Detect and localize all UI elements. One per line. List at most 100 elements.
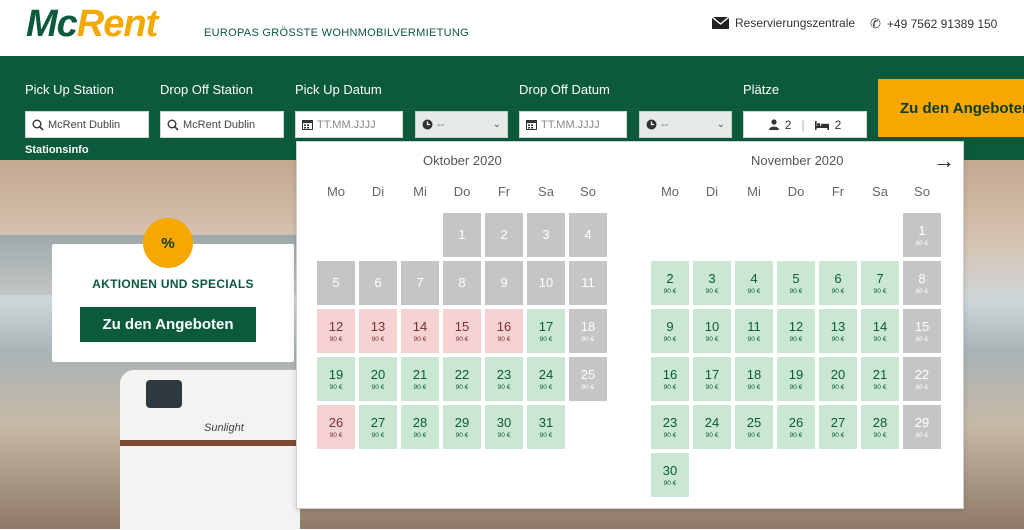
calendar-icon bbox=[302, 120, 313, 130]
pickup-time-select[interactable]: -- ⌄ bbox=[415, 111, 508, 138]
day-number: 4 bbox=[750, 270, 758, 286]
day-number: 2 bbox=[500, 227, 508, 242]
day-number: 2 bbox=[666, 270, 674, 286]
day-number: 11 bbox=[747, 318, 761, 334]
reservation-label: Reservierungszentrale bbox=[735, 16, 856, 30]
calendar-day[interactable]: 14 90 € bbox=[401, 309, 439, 353]
day-price: 90 € bbox=[329, 335, 343, 343]
calendar-day[interactable]: 11 90 € bbox=[735, 309, 773, 353]
weekday-header: Fr bbox=[497, 184, 511, 199]
offers-button[interactable]: Zu den Angeboten bbox=[878, 79, 1024, 137]
calendar-day[interactable]: 19 90 € bbox=[777, 357, 815, 401]
day-number: 16 bbox=[496, 318, 512, 334]
day-number: 8 bbox=[918, 270, 926, 286]
weekday-header: Do bbox=[787, 184, 805, 199]
logo-rent: Rent bbox=[76, 3, 158, 45]
dropoff-time-select[interactable]: -- ⌄ bbox=[639, 111, 732, 138]
calendar-day[interactable]: 28 90 € bbox=[401, 405, 439, 449]
calendar-day[interactable]: 23 90 € bbox=[485, 357, 523, 401]
calendar-day: 1 bbox=[443, 213, 481, 257]
day-price: 90 € bbox=[413, 383, 427, 391]
motorhome-image: Sunlight bbox=[120, 370, 300, 530]
calendar-day: 11 bbox=[569, 261, 607, 305]
calendar-day[interactable]: 26 90 € bbox=[317, 405, 355, 449]
calendar-day[interactable]: 7 90 € bbox=[861, 261, 899, 305]
calendar-day[interactable]: 9 90 € bbox=[651, 309, 689, 353]
mcrent-logo[interactable]: McRent bbox=[26, 3, 158, 45]
calendar-day[interactable]: 28 90 € bbox=[861, 405, 899, 449]
calendar-day: 1 90 € bbox=[903, 213, 941, 257]
calendar-day[interactable]: 15 90 € bbox=[443, 309, 481, 353]
calendar-day[interactable]: 18 90 € bbox=[735, 357, 773, 401]
weekday-header: Fr bbox=[831, 184, 845, 199]
stationinfo-link[interactable]: Stationsinfo bbox=[25, 144, 89, 156]
day-price: 90 € bbox=[873, 335, 887, 343]
pickup-date-input[interactable]: TT.MM.JJJJ bbox=[295, 111, 403, 138]
day-price: 90 € bbox=[831, 383, 845, 391]
dropoff-date-input[interactable]: TT.MM.JJJJ bbox=[519, 111, 627, 138]
calendar-day[interactable]: 19 90 € bbox=[317, 357, 355, 401]
calendar-day[interactable]: 16 90 € bbox=[651, 357, 689, 401]
calendar-day[interactable]: 16 90 € bbox=[485, 309, 523, 353]
day-number: 3 bbox=[708, 270, 716, 286]
promo-offers-button[interactable]: Zu den Angeboten bbox=[80, 307, 256, 342]
dropoff-station-input[interactable]: McRent Dublin bbox=[160, 111, 284, 138]
day-number: 27 bbox=[370, 414, 386, 430]
calendar-day[interactable]: 22 90 € bbox=[443, 357, 481, 401]
calendar-day[interactable]: 2 90 € bbox=[651, 261, 689, 305]
seats-selector[interactable]: 2 | 2 bbox=[743, 111, 867, 138]
calendar-day[interactable]: 20 90 € bbox=[819, 357, 857, 401]
day-number: 14 bbox=[412, 318, 428, 334]
percent-badge: % bbox=[143, 218, 193, 268]
calendar-day[interactable]: 21 90 € bbox=[861, 357, 899, 401]
reservation-link[interactable]: Reservierungszentrale bbox=[712, 16, 855, 30]
day-price: 90 € bbox=[873, 287, 887, 295]
pickup-station-input[interactable]: McRent Dublin bbox=[25, 111, 149, 138]
calendar-day[interactable]: 31 90 € bbox=[527, 405, 565, 449]
calendar-day[interactable]: 13 90 € bbox=[819, 309, 857, 353]
day-number: 18 bbox=[580, 318, 596, 334]
calendar-day[interactable]: 20 90 € bbox=[359, 357, 397, 401]
calendar-day[interactable]: 24 90 € bbox=[527, 357, 565, 401]
calendar-day[interactable]: 4 90 € bbox=[735, 261, 773, 305]
calendar-day[interactable]: 13 90 € bbox=[359, 309, 397, 353]
logo-mc: Mc bbox=[26, 3, 78, 45]
calendar-day[interactable]: 3 90 € bbox=[693, 261, 731, 305]
phone-icon: ✆ bbox=[870, 16, 881, 31]
calendar-day[interactable]: 30 90 € bbox=[651, 453, 689, 497]
calendar-day[interactable]: 26 90 € bbox=[777, 405, 815, 449]
calendar-day[interactable]: 10 90 € bbox=[693, 309, 731, 353]
dropoff-station-value: McRent Dublin bbox=[183, 118, 256, 131]
calendar-day[interactable]: 5 90 € bbox=[777, 261, 815, 305]
day-price: 90 € bbox=[705, 383, 719, 391]
calendar-day[interactable]: 12 90 € bbox=[777, 309, 815, 353]
calendar-day[interactable]: 25 90 € bbox=[735, 405, 773, 449]
calendar-day[interactable]: 23 90 € bbox=[651, 405, 689, 449]
calendar-day: 8 90 € bbox=[903, 261, 941, 305]
calendar-day[interactable]: 14 90 € bbox=[861, 309, 899, 353]
calendar-day[interactable]: 21 90 € bbox=[401, 357, 439, 401]
calendar-day: 18 90 € bbox=[569, 309, 607, 353]
day-price: 90 € bbox=[663, 383, 677, 391]
calendar-day: 29 90 € bbox=[903, 405, 941, 449]
calendar-day[interactable]: 17 90 € bbox=[527, 309, 565, 353]
calendar-day[interactable]: 17 90 € bbox=[693, 357, 731, 401]
calendar-day[interactable]: 24 90 € bbox=[693, 405, 731, 449]
rv-brand: Sunlight bbox=[204, 422, 244, 434]
calendar-day[interactable]: 29 90 € bbox=[443, 405, 481, 449]
promo-title: AKTIONEN UND SPECIALS bbox=[92, 277, 254, 291]
phone-link[interactable]: ✆ +49 7562 91389 150 bbox=[870, 16, 997, 32]
rv-window bbox=[146, 380, 182, 408]
calendar-day[interactable]: 6 90 € bbox=[819, 261, 857, 305]
day-price: 90 € bbox=[455, 383, 469, 391]
day-number: 21 bbox=[872, 366, 888, 382]
day-number: 26 bbox=[788, 414, 804, 430]
calendar-day[interactable]: 27 90 € bbox=[819, 405, 857, 449]
arrow-right-icon[interactable]: → bbox=[933, 150, 955, 172]
month-title-november: November 2020 bbox=[751, 153, 844, 168]
calendar-day[interactable]: 27 90 € bbox=[359, 405, 397, 449]
calendar-day[interactable]: 30 90 € bbox=[485, 405, 523, 449]
calendar-day[interactable]: 12 90 € bbox=[317, 309, 355, 353]
day-price: 90 € bbox=[663, 479, 677, 487]
day-number: 28 bbox=[412, 414, 428, 430]
